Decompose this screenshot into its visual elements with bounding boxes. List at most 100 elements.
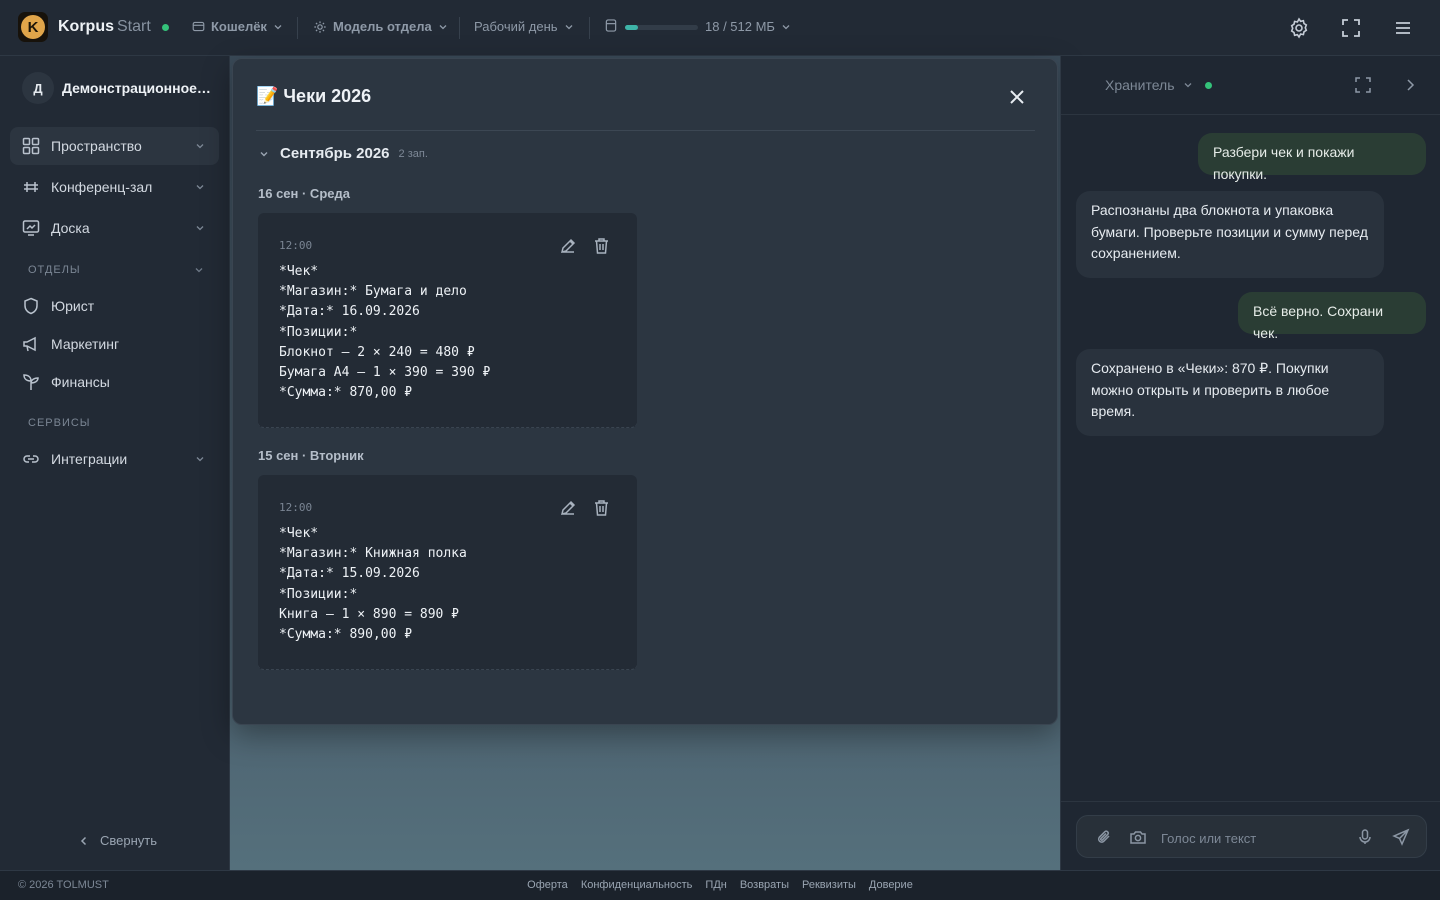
workspace-switcher[interactable]: Д Демонстрационное пространство	[22, 72, 212, 104]
trash-icon[interactable]	[593, 237, 610, 255]
sidebar-item-integrations[interactable]: Интеграции	[10, 440, 219, 478]
chevron-down-icon[interactable]	[194, 265, 204, 275]
close-icon[interactable]	[1006, 86, 1028, 108]
megaphone-icon	[23, 336, 36, 352]
app-plan: Start	[117, 18, 151, 35]
workspace-name: Демонстрационное пространство	[62, 80, 212, 96]
link-icon	[23, 455, 39, 463]
sidebar-item-space[interactable]: Пространство	[10, 127, 219, 165]
chat-message-assistant: Распознаны два блокнота и упаковка бумаг…	[1076, 191, 1384, 278]
wallet-label: Кошелёк	[211, 19, 267, 34]
collapse-label: Свернуть	[100, 833, 158, 848]
chat-message-user: Разбери чек и покажи покупки.	[1198, 133, 1426, 182]
sidebar-item-conference[interactable]: Конференц-зал	[10, 168, 219, 206]
topbar-divider	[459, 17, 460, 39]
agent-name: Хранитель	[1105, 77, 1175, 93]
collapse-sidebar-button[interactable]: Свернуть	[78, 833, 157, 848]
storage-progress-bar	[625, 25, 698, 30]
app-logo[interactable]: K	[18, 12, 48, 42]
sidebar-item-label: Пространство	[51, 138, 142, 154]
chat-message-user: Всё верно. Сохрани чек.	[1238, 292, 1426, 341]
app-name: Korpus	[58, 18, 114, 35]
receipt-text: *Чек* *Магазин:* Книжная полка *Дата:* 1…	[279, 526, 467, 643]
agent-status-dot	[1204, 81, 1212, 89]
sidebar-item-finance[interactable]: Финансы	[10, 363, 219, 401]
entry-time: 12:00	[279, 239, 313, 252]
agent-selector[interactable]: Хранитель	[1105, 77, 1212, 93]
modal-title: 📝 Чеки 2026	[256, 86, 372, 106]
camera-icon[interactable]	[1129, 828, 1147, 846]
sidebar-item-label: Маркетинг	[51, 336, 120, 352]
gear-icon	[314, 20, 326, 33]
chat-input[interactable]	[1161, 828, 1341, 848]
microphone-icon[interactable]	[1356, 828, 1374, 846]
chevron-down-icon	[260, 151, 268, 156]
footer-link-requisites[interactable]: Реквизиты	[802, 879, 856, 891]
month-group-toggle[interactable]: Сентябрь 2026 2 зап.	[258, 145, 428, 162]
footer-link-refunds[interactable]: Возвраты	[740, 879, 789, 891]
sidebar-item-lawyer[interactable]: Юрист	[10, 287, 219, 325]
footer-link-privacy[interactable]: Конфиденциальность	[581, 879, 693, 891]
section-services-label: СЕРВИСЫ	[28, 417, 91, 429]
logo-letter: K	[21, 15, 45, 39]
chat-composer	[1076, 815, 1427, 858]
sidebar: Д Демонстрационное пространство Простран…	[0, 56, 230, 870]
chat-message-assistant: Сохранено в «Чеки»: 870 ₽. Покупки можно…	[1076, 349, 1384, 436]
chevron-left-icon	[80, 836, 87, 845]
schedule-dropdown[interactable]: Рабочий день	[474, 19, 574, 34]
sidebar-item-label: Интеграции	[51, 451, 128, 467]
settings-icon[interactable]	[1287, 16, 1311, 40]
edit-icon[interactable]	[559, 499, 577, 517]
chevron-down-icon	[196, 226, 204, 231]
sprout-icon	[23, 374, 39, 390]
expand-icon[interactable]	[1354, 76, 1372, 94]
composer-divider	[1061, 801, 1440, 802]
chevron-down-icon	[1184, 83, 1191, 88]
trash-icon[interactable]	[593, 499, 610, 517]
chevron-right-icon[interactable]	[1401, 76, 1419, 94]
send-icon[interactable]	[1392, 828, 1410, 846]
wallet-dropdown[interactable]: Кошелёк	[192, 19, 283, 34]
storage-progress-fill	[625, 25, 639, 30]
day-label: 15 сен · Вторник	[258, 448, 364, 463]
sidebar-item-marketing[interactable]: Маркетинг	[10, 325, 219, 363]
storage-dropdown[interactable]: 18 / 512 МБ	[705, 19, 791, 34]
board-icon	[22, 220, 40, 236]
footer-link-personal-data[interactable]: ПДн	[705, 879, 726, 891]
workspace-avatar: Д	[22, 72, 54, 104]
sidebar-item-label: Конференц-зал	[51, 179, 153, 195]
paperclip-icon[interactable]	[1095, 828, 1113, 846]
sidebar-item-label: Юрист	[51, 298, 95, 314]
chevron-down-icon	[439, 24, 447, 29]
topbar-divider	[297, 17, 298, 39]
receipt-text: *Чек* *Магазин:* Бумага и дело *Дата:* 1…	[279, 264, 491, 401]
database-icon	[605, 19, 617, 32]
footer-link-trust[interactable]: Доверие	[869, 879, 913, 891]
chevron-down-icon	[196, 457, 204, 462]
sidebar-item-board[interactable]: Доска	[10, 209, 219, 247]
receipts-modal: 📝 Чеки 2026 Сентябрь 2026 2 зап. 16 сен …	[232, 58, 1058, 725]
fullscreen-icon[interactable]	[1339, 16, 1363, 40]
month-title: Сентябрь 2026	[280, 145, 390, 162]
chevron-down-icon	[196, 144, 204, 149]
chevron-down-icon	[274, 24, 282, 29]
sidebar-item-label: Доска	[51, 220, 90, 236]
section-departments-label: ОТДЕЛЫ	[28, 264, 81, 276]
chevron-down-icon	[565, 24, 573, 29]
grid-icon	[22, 137, 40, 155]
chevron-down-icon	[196, 185, 204, 190]
modal-divider	[256, 130, 1035, 131]
menu-icon[interactable]	[1391, 16, 1415, 40]
footer-link-offer[interactable]: Оферта	[527, 879, 568, 891]
edit-icon[interactable]	[559, 237, 577, 255]
model-dropdown[interactable]: Модель отдела	[313, 19, 448, 34]
storage-icon-wrap	[605, 19, 617, 32]
footer: © 2026 TOLMUST Оферта Конфиденциальность…	[0, 870, 1440, 900]
online-status-dot	[162, 24, 169, 31]
sidebar-item-label: Финансы	[51, 374, 110, 390]
wallet-icon	[192, 21, 205, 32]
receipt-card: 12:00 *Чек* *Магазин:* Книжная полка *Да…	[258, 475, 637, 670]
storage-label: 18 / 512 МБ	[705, 19, 775, 34]
schedule-label: Рабочий день	[474, 19, 558, 34]
shield-icon	[24, 297, 38, 315]
